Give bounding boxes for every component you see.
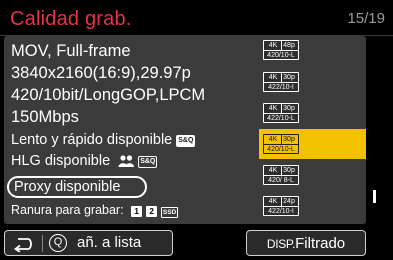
filter-text: Filtrado — [295, 235, 346, 252]
item-res: 4K — [268, 105, 278, 112]
footer: Q añ. a lista DISP.Filtrado — [0, 226, 393, 260]
resolution-text: 3840x2160(16:9),29.97p — [11, 64, 191, 82]
item-codec: 422/10-L — [267, 115, 295, 122]
quality-item[interactable]: 4K 30p 422/10-L — [263, 103, 299, 123]
item-fps: 48p — [280, 41, 297, 50]
slot-row: Ranura para grabar: 1 2 SSD — [11, 203, 179, 218]
quality-item[interactable]: 4K 30p 422/10-I — [263, 72, 299, 92]
record-quality-screen: Calidad grab. 15/19 MOV, Full-frame 3840… — [0, 0, 393, 260]
page-indicator: 15/19 — [347, 10, 385, 27]
content-panel: MOV, Full-frame 3840x2160(16:9),29.97p 4… — [4, 36, 366, 224]
format-text: MOV, Full-frame — [11, 42, 131, 60]
item-res: 4K — [268, 42, 278, 49]
quality-item[interactable]: 4K 30p 420/ 8-L — [263, 165, 299, 185]
slot2-icon: 2 — [146, 206, 158, 217]
item-codec: 420/10-L — [267, 52, 295, 59]
codec-text: 420/10bit/LongGOP,LPCM — [11, 86, 206, 104]
item-fps: 30p — [280, 104, 297, 113]
quality-item[interactable]: 4K 24p 422/10-I — [263, 196, 299, 216]
disp-prefix: DISP. — [266, 237, 296, 251]
hlg-text: HLG disponible — [11, 153, 111, 169]
add-to-list-label: añ. a lista — [77, 234, 142, 251]
item-fps: 30p — [280, 166, 297, 175]
slow-quick-row: Lento y rápido disponible S&Q — [11, 132, 196, 148]
item-codec: 420/ 8-L — [268, 177, 294, 184]
item-res: 4K — [268, 167, 278, 174]
item-fps: 30p — [280, 73, 297, 82]
button-divider — [42, 235, 43, 252]
scrollbar-thumb[interactable] — [373, 190, 376, 203]
hlg-sq-icon: S&Q — [138, 156, 158, 168]
hlg-row: HLG disponible S&Q — [11, 153, 158, 171]
quality-list: 4K 48p 420/10-L 4K 30p 422/10-I 4K 30p 422/… — [249, 36, 366, 224]
item-res: 4K — [268, 74, 278, 81]
item-codec: 420/10-L — [267, 146, 295, 153]
item-fps: 24p — [280, 197, 297, 206]
quality-item[interactable]: 4K 48p 420/10-L — [263, 40, 299, 60]
header: Calidad grab. 15/19 — [0, 0, 393, 36]
quality-item-selected[interactable]: 4K 30p 420/10-L — [263, 134, 299, 154]
return-arrow-icon[interactable] — [13, 236, 35, 257]
quality-info: MOV, Full-frame 3840x2160(16:9),29.97p 4… — [4, 36, 249, 224]
disp-filter-button[interactable]: DISP.Filtrado — [246, 230, 366, 256]
bitrate-text: 150Mbps — [11, 108, 79, 126]
item-codec: 422/10-I — [268, 84, 294, 91]
q-button-icon: Q — [49, 234, 67, 252]
item-res: 4K — [268, 198, 278, 205]
sq-icon: S&Q — [176, 135, 196, 147]
back-add-to-list-button[interactable]: Q añ. a lista — [4, 230, 173, 256]
item-codec: 422/10-I — [268, 208, 294, 215]
slot-label: Ranura para grabar: — [11, 203, 124, 217]
page-title: Calidad grab. — [10, 8, 132, 30]
proxy-text: Proxy disponible — [14, 179, 121, 195]
people-icon — [118, 155, 135, 171]
item-res: 4K — [268, 136, 278, 143]
slow-quick-text: Lento y rápido disponible — [11, 132, 173, 148]
item-fps: 30p — [280, 135, 297, 144]
ssd-icon: SSD — [161, 207, 179, 218]
proxy-available-highlight: Proxy disponible — [7, 176, 147, 198]
slot1-icon: 1 — [131, 206, 143, 217]
disp-filter-label: DISP.Filtrado — [247, 235, 365, 252]
